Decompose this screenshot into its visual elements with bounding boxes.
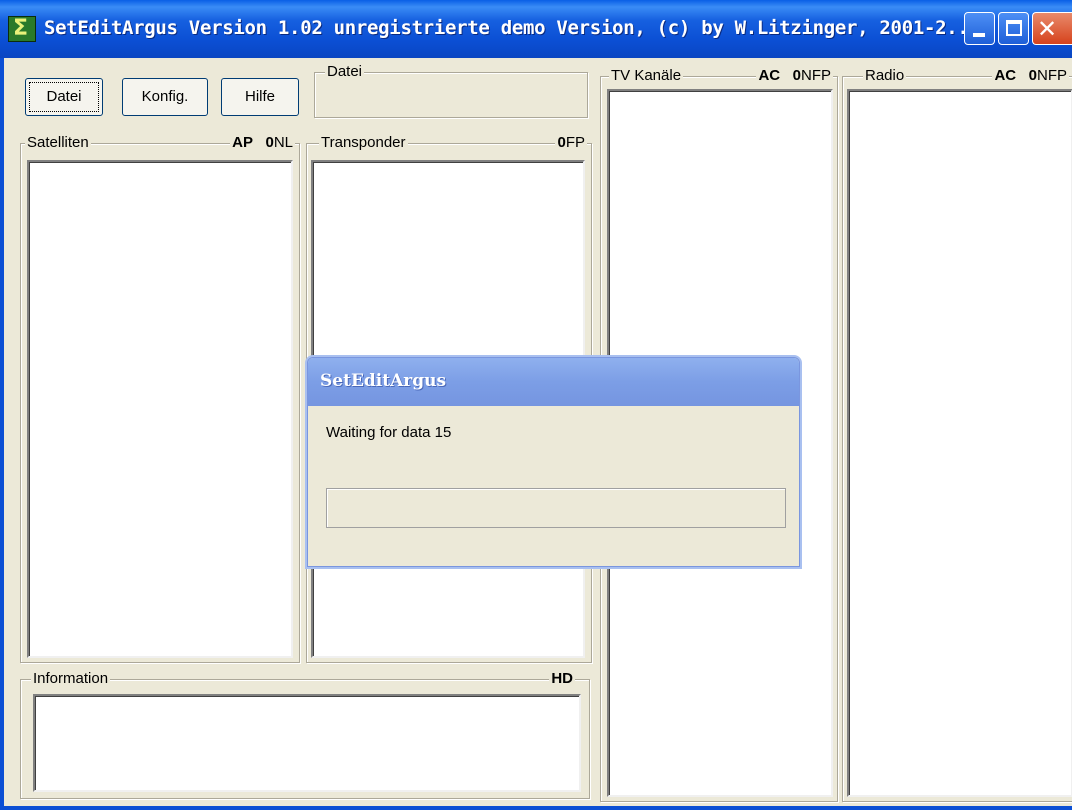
radio-code-0: 0 [1028,67,1037,84]
satelliten-code-nl: NL [273,134,293,151]
tv-code-ac: AC [758,67,781,84]
progress-dialog: SetEditArgus Waiting for data 15 [307,357,800,567]
information-box[interactable] [33,694,581,792]
window-frame-left [0,58,4,810]
radio-list[interactable] [847,89,1072,797]
minimize-icon [973,33,985,37]
transponder-code-fp: FP [565,134,585,151]
radio-code-ac: AC [994,67,1017,84]
radio-label: Radio [863,67,907,85]
close-icon: ✕ [1037,15,1058,43]
satelliten-code-ap: AP [232,134,253,151]
radio-group: Radio AC 0NFP [842,67,1072,802]
satelliten-code-0: 0 [265,134,274,151]
information-code: HD [549,670,575,688]
datei-button[interactable]: Datei [25,78,103,116]
window-title: SetEditArgus Version 1.02 unregistrierte… [44,17,980,39]
datei-group-label: Datei [325,63,365,81]
dialog-message: Waiting for data 15 [326,424,452,441]
maximize-icon [1006,20,1022,36]
window-frame-bottom [0,806,1072,810]
hilfe-button[interactable]: Hilfe [221,78,299,116]
radio-code: AC 0NFP [992,67,1069,85]
dialog-body: Waiting for data 15 [308,406,799,566]
dialog-title: SetEditArgus [320,371,447,391]
datei-group: Datei [314,63,588,118]
information-group: Information HD [20,670,590,799]
information-code-hd: HD [551,670,573,687]
transponder-code-0: 0 [557,134,566,151]
konfig-button[interactable]: Konfig. [122,78,208,116]
satelliten-list[interactable] [27,160,293,658]
radio-code-nfp: NFP [1037,67,1067,84]
satelliten-code: AP 0NL [230,134,295,152]
title-bar[interactable]: SetEditArgus Version 1.02 unregistrierte… [0,0,1072,58]
satelliten-label: Satelliten [25,134,91,152]
tv-code-nfp: NFP [801,67,831,84]
tv-kanaele-code: AC 0NFP [756,67,833,85]
transponder-code: 0FP [555,134,587,152]
information-label: Information [31,670,111,688]
satelliten-group: Satelliten AP 0NL [20,134,300,663]
minimize-button[interactable] [964,12,995,45]
transponder-label: Transponder [319,134,408,152]
tv-code-0: 0 [792,67,801,84]
tv-kanaele-label: TV Kanäle [609,67,684,85]
dialog-title-bar[interactable]: SetEditArgus [308,358,799,406]
maximize-button[interactable] [998,12,1029,45]
close-button[interactable]: ✕ [1032,12,1072,45]
app-icon[interactable] [8,16,36,42]
progress-bar [326,488,786,528]
